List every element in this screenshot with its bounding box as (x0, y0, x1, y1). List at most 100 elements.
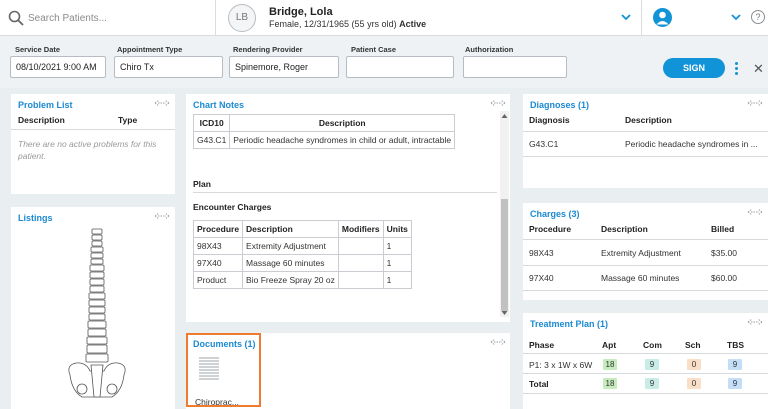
scrollbar-thumb[interactable] (501, 199, 508, 311)
divider (215, 0, 216, 36)
column-header-description: Description (18, 115, 65, 125)
column-header-billed: Billed (711, 224, 735, 234)
com-count-badge: 9 (645, 359, 659, 370)
patient-case-label: Patient Case (351, 45, 397, 54)
expand-icon[interactable] (154, 212, 170, 220)
expand-icon[interactable] (747, 208, 763, 216)
divider (523, 290, 768, 291)
table-header-row: ICD10 Description (192, 114, 456, 132)
phase-name[interactable]: P1: 3 x 1W x 6W (529, 360, 592, 370)
diagnosis-code: G43.C1 (529, 139, 559, 149)
expand-icon[interactable] (490, 338, 506, 346)
procedure-description: Massage 60 minutes (242, 254, 339, 272)
expand-icon[interactable] (490, 99, 506, 107)
table-row: Product Bio Freeze Spray 20 oz 1 (192, 271, 412, 289)
charges-title[interactable]: Charges (3) (530, 209, 580, 219)
procedure-description: Bio Freeze Spray 20 oz (242, 271, 339, 289)
expand-icon[interactable] (747, 99, 763, 107)
column-header-description: Description (625, 115, 672, 125)
charge-billed: $35.00 (711, 248, 737, 258)
chart-notes-scrollbar[interactable] (500, 111, 509, 317)
sch-total-badge: 0 (687, 378, 701, 389)
scroll-up-icon[interactable] (500, 112, 509, 120)
divider (523, 353, 768, 354)
icd10-code: G43.C1 (192, 131, 231, 149)
procedure-modifiers (337, 237, 384, 255)
service-date-field[interactable]: 08/10/2021 9:00 AM (10, 56, 106, 78)
column-header-modifiers: Modifiers (337, 220, 384, 238)
charge-description: Massage 60 minutes (601, 273, 680, 283)
chart-notes-card: Chart Notes ICD10 Description G43.C1 Per… (186, 94, 510, 322)
column-header-description: Description (229, 114, 456, 132)
column-header-sch: Sch (685, 340, 701, 350)
divider (523, 131, 768, 132)
chart-notes-diagnosis-table: ICD10 Description G43.C1 Periodic headac… (192, 114, 456, 149)
divider (523, 373, 768, 374)
expand-icon[interactable] (154, 99, 170, 107)
patient-name[interactable]: Bridge, Lola (269, 6, 333, 18)
help-icon[interactable]: ? (751, 10, 765, 24)
patient-info: Female, 12/31/1965 (55 yrs old) Active (269, 19, 426, 29)
chevron-down-icon[interactable] (620, 11, 632, 23)
tbs-count-badge: 9 (728, 359, 742, 370)
tbs-total-badge: 9 (728, 378, 742, 389)
patient-demographics: Female, 12/31/1965 (55 yrs old) (269, 19, 397, 29)
listings-title[interactable]: Listings (18, 213, 53, 223)
patient-status: Active (399, 19, 427, 29)
rendering-provider-field[interactable]: Spinemore, Roger (229, 56, 339, 78)
divider (523, 265, 768, 266)
problem-list-title[interactable]: Problem List (18, 100, 73, 110)
encounter-charges-table: Procedure Description Modifiers Units 98… (192, 220, 412, 289)
divider (523, 156, 768, 157)
procedure-description: Extremity Adjustment (242, 237, 339, 255)
rendering-provider-label: Rendering Provider (233, 45, 303, 54)
procedure-units: 1 (382, 271, 412, 289)
sign-button[interactable]: SIGN (663, 58, 725, 78)
divider (641, 0, 642, 36)
top-bar: LB Bridge, Lola Female, 12/31/1965 (55 y… (0, 0, 768, 36)
encounter-form-bar: Service Date 08/10/2021 9:00 AM Appointm… (0, 36, 768, 88)
total-label: Total (529, 379, 549, 389)
procedure-code: Product (192, 271, 244, 289)
user-icon[interactable] (653, 8, 672, 27)
close-icon[interactable]: ✕ (753, 62, 764, 76)
scroll-down-icon[interactable] (500, 309, 509, 317)
kebab-menu-icon[interactable] (735, 62, 739, 76)
treatment-plan-title[interactable]: Treatment Plan (1) (530, 319, 608, 329)
procedure-units: 1 (382, 254, 412, 272)
column-header-com: Com (643, 340, 662, 350)
com-total-badge: 9 (645, 378, 659, 389)
procedure-code: 97X40 (192, 254, 244, 272)
chevron-down-icon[interactable] (730, 11, 742, 23)
column-header-icd10: ICD10 (192, 114, 231, 132)
column-header-type: Type (118, 115, 138, 125)
chart-notes-title[interactable]: Chart Notes (193, 100, 244, 110)
appointment-type-field[interactable]: Chiro Tx (114, 56, 223, 78)
charges-card: Charges (3) Procedure Description Billed… (523, 203, 768, 300)
diagnoses-title[interactable]: Diagnoses (1) (530, 100, 589, 110)
patient-search[interactable] (6, 7, 211, 29)
divider (523, 239, 768, 240)
procedure-units: 1 (382, 237, 412, 255)
search-input[interactable] (28, 9, 208, 27)
divider (11, 129, 175, 130)
plan-label: Plan (193, 179, 211, 189)
procedure-modifiers (337, 271, 384, 289)
divider (523, 393, 768, 394)
sch-count-badge: 0 (687, 359, 701, 370)
column-header-apt: Apt (602, 340, 617, 350)
column-header-diagnosis: Diagnosis (529, 115, 570, 125)
procedure-code: 98X43 (192, 237, 244, 255)
documents-highlight-box (186, 333, 261, 407)
table-row: 98X43 Extremity Adjustment 1 (192, 237, 412, 255)
spine-skeleton-icon[interactable] (62, 225, 132, 407)
empty-problems-message: There are no active problems for this pa… (18, 139, 157, 161)
problem-list-card: Problem List Description Type There are … (11, 94, 175, 194)
authorization-label: Authorization (465, 45, 514, 54)
encounter-charges-label: Encounter Charges (193, 202, 272, 212)
divider (193, 192, 497, 193)
authorization-field[interactable] (463, 56, 567, 78)
listings-card: Listings (11, 207, 175, 409)
expand-icon[interactable] (747, 318, 763, 326)
patient-case-field[interactable] (346, 56, 454, 78)
